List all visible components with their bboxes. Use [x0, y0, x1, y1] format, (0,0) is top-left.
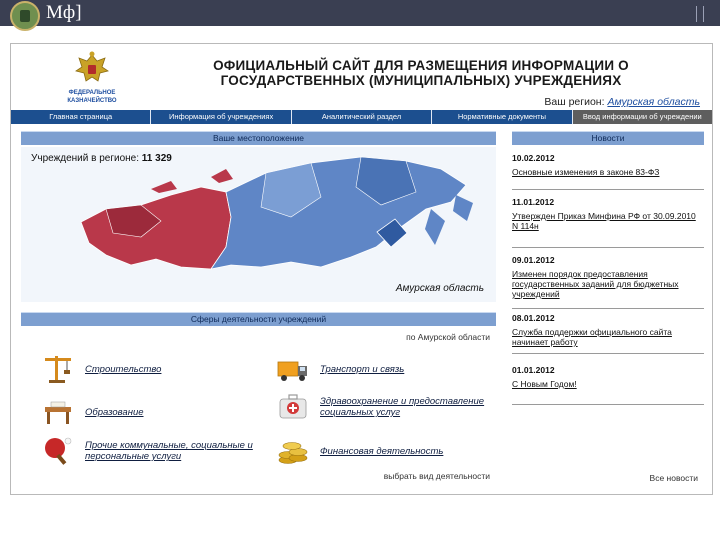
sphere-label: Транспорт и связь — [320, 363, 405, 375]
main-nav: Главная страница Информация об учреждени… — [11, 110, 713, 124]
russia-map — [80, 156, 473, 270]
news-divider — [512, 353, 704, 354]
region-link[interactable]: Амурская область — [607, 96, 700, 108]
presentation-topbar: Мф] — [0, 0, 720, 31]
news-item: 11.01.2012 Утвержден Приказ Минфина РФ о… — [512, 197, 704, 231]
news-divider — [512, 189, 704, 190]
region-prefix: Ваш регион: — [544, 96, 605, 108]
coins-icon — [278, 442, 308, 464]
news-title-link[interactable]: Основные изменения в законе 83-ФЗ — [512, 167, 704, 177]
news-title-link[interactable]: Утвержден Приказ Минфина РФ от 30.09.201… — [512, 211, 704, 231]
news-date: 10.02.2012 — [512, 153, 555, 163]
medical-case-icon — [279, 394, 307, 419]
nav-home[interactable]: Главная страница — [11, 110, 152, 124]
sphere-healthcare[interactable]: Здравоохранение и предоставление социаль… — [276, 390, 491, 424]
emblem-icon — [10, 1, 40, 31]
sphere-other-services[interactable]: Прочие коммунальные, социальные и персон… — [41, 434, 271, 468]
site-title-line-1: ОФИЦИАЛЬНЫЙ САЙТ ДЛЯ РАЗМЕЩЕНИЯ ИНФОРМАЦ… — [213, 58, 629, 73]
location-heading: Ваше местоположение — [21, 131, 496, 145]
map-region-east[interactable] — [210, 156, 467, 270]
activity-spheres: Сферы деятельности учреждений по Амурско… — [21, 312, 496, 487]
brand-text: Мф] — [46, 2, 82, 23]
map-sakhalin — [425, 209, 445, 245]
crane-icon — [45, 356, 71, 383]
news-heading: Новости — [512, 131, 704, 145]
news-divider — [512, 404, 704, 405]
count-value: 11 329 — [141, 153, 172, 164]
site-title-line-2: ГОСУДАРСТВЕННЫХ (МУНИЦИПАЛЬНЫХ) УЧРЕЖДЕН… — [220, 73, 622, 88]
news-divider — [512, 247, 704, 248]
sphere-label: Строительство — [85, 363, 162, 375]
news-title-link[interactable]: Изменен порядок предоставления государст… — [512, 269, 704, 299]
sphere-label: Образование — [85, 406, 144, 418]
all-news-link[interactable]: Все новости — [650, 473, 698, 483]
map-island-2 — [151, 181, 177, 193]
sphere-label: Здравоохранение и предоставление социаль… — [320, 396, 485, 418]
news-date: 11.01.2012 — [512, 197, 555, 207]
institution-count: Учреждений в регионе: 11 329 — [31, 153, 172, 164]
news-item: 10.02.2012 Основные изменения в законе 8… — [512, 153, 704, 177]
sphere-label: Финансовая деятельность — [320, 445, 444, 457]
news-title-link[interactable]: С Новым Годом! — [512, 379, 704, 389]
treasury-logo[interactable]: ФЕДЕРАЛЬНОЕ КАЗНАЧЕЙСТВО — [51, 49, 133, 109]
sphere-transport[interactable]: Транспорт и связь — [276, 352, 491, 386]
news-date: 09.01.2012 — [512, 255, 555, 265]
sphere-finance[interactable]: Финансовая деятельность — [276, 434, 491, 468]
nav-enter-info[interactable]: Ввод информации об учреждении — [572, 110, 713, 124]
site-title: ОФИЦИАЛЬНЫЙ САЙТ ДЛЯ РАЗМЕЩЕНИЯ ИНФОРМАЦ… — [171, 58, 671, 88]
news-title-link[interactable]: Служба поддержки официального сайта начи… — [512, 327, 704, 347]
map-island-1 — [211, 169, 233, 183]
topbar-divider — [696, 6, 704, 22]
news-date: 01.01.2012 — [512, 365, 555, 375]
region-map[interactable]: Учреждений в регионе: 11 329 Амурская об… — [21, 147, 496, 302]
site-frame: ФЕДЕРАЛЬНОЕ КАЗНАЧЕЙСТВО ОФИЦИАЛЬНЫЙ САЙ… — [10, 43, 713, 495]
news-item: 01.01.2012 С Новым Годом! — [512, 365, 704, 389]
site-header: ФЕДЕРАЛЬНОЕ КАЗНАЧЕЙСТВО ОФИЦИАЛЬНЫЙ САЙ… — [11, 44, 712, 109]
news-panel: Новости 10.02.2012 Основные изменения в … — [504, 131, 704, 487]
spheres-region-note: по Амурской области — [406, 332, 490, 342]
logo-caption-2: КАЗНАЧЕЙСТВО — [67, 98, 117, 104]
nav-institutions-info[interactable]: Информация об учреждениях — [151, 110, 292, 124]
sphere-label: Прочие коммунальные, социальные и персон… — [85, 440, 253, 462]
eagle-icon — [75, 51, 109, 82]
sphere-construction[interactable]: Строительство — [41, 352, 261, 386]
map-region-label: Амурская область — [395, 283, 484, 294]
news-divider — [512, 308, 704, 309]
spheres-heading: Сферы деятельности учреждений — [21, 312, 496, 326]
desk-icon — [45, 401, 71, 424]
map-kamchatka — [453, 195, 473, 221]
truck-icon — [277, 361, 307, 381]
news-date: 08.01.2012 — [512, 313, 555, 323]
map-region-west[interactable] — [80, 186, 232, 270]
region-selector: Ваш регион: Амурская область — [544, 96, 700, 108]
nav-regulatory-docs[interactable]: Нормативные документы — [432, 110, 573, 124]
ping-pong-icon — [45, 437, 72, 465]
news-item: 09.01.2012 Изменен порядок предоставлени… — [512, 255, 704, 299]
news-item: 08.01.2012 Служба поддержки официального… — [512, 313, 704, 347]
nav-analytics[interactable]: Аналитический раздел — [292, 110, 433, 124]
sphere-education[interactable]: Образование — [41, 395, 261, 429]
logo-caption-1: ФЕДЕРАЛЬНОЕ — [68, 90, 116, 96]
count-label: Учреждений в регионе: — [31, 153, 140, 164]
choose-activity-link[interactable]: выбрать вид деятельности — [384, 471, 490, 481]
